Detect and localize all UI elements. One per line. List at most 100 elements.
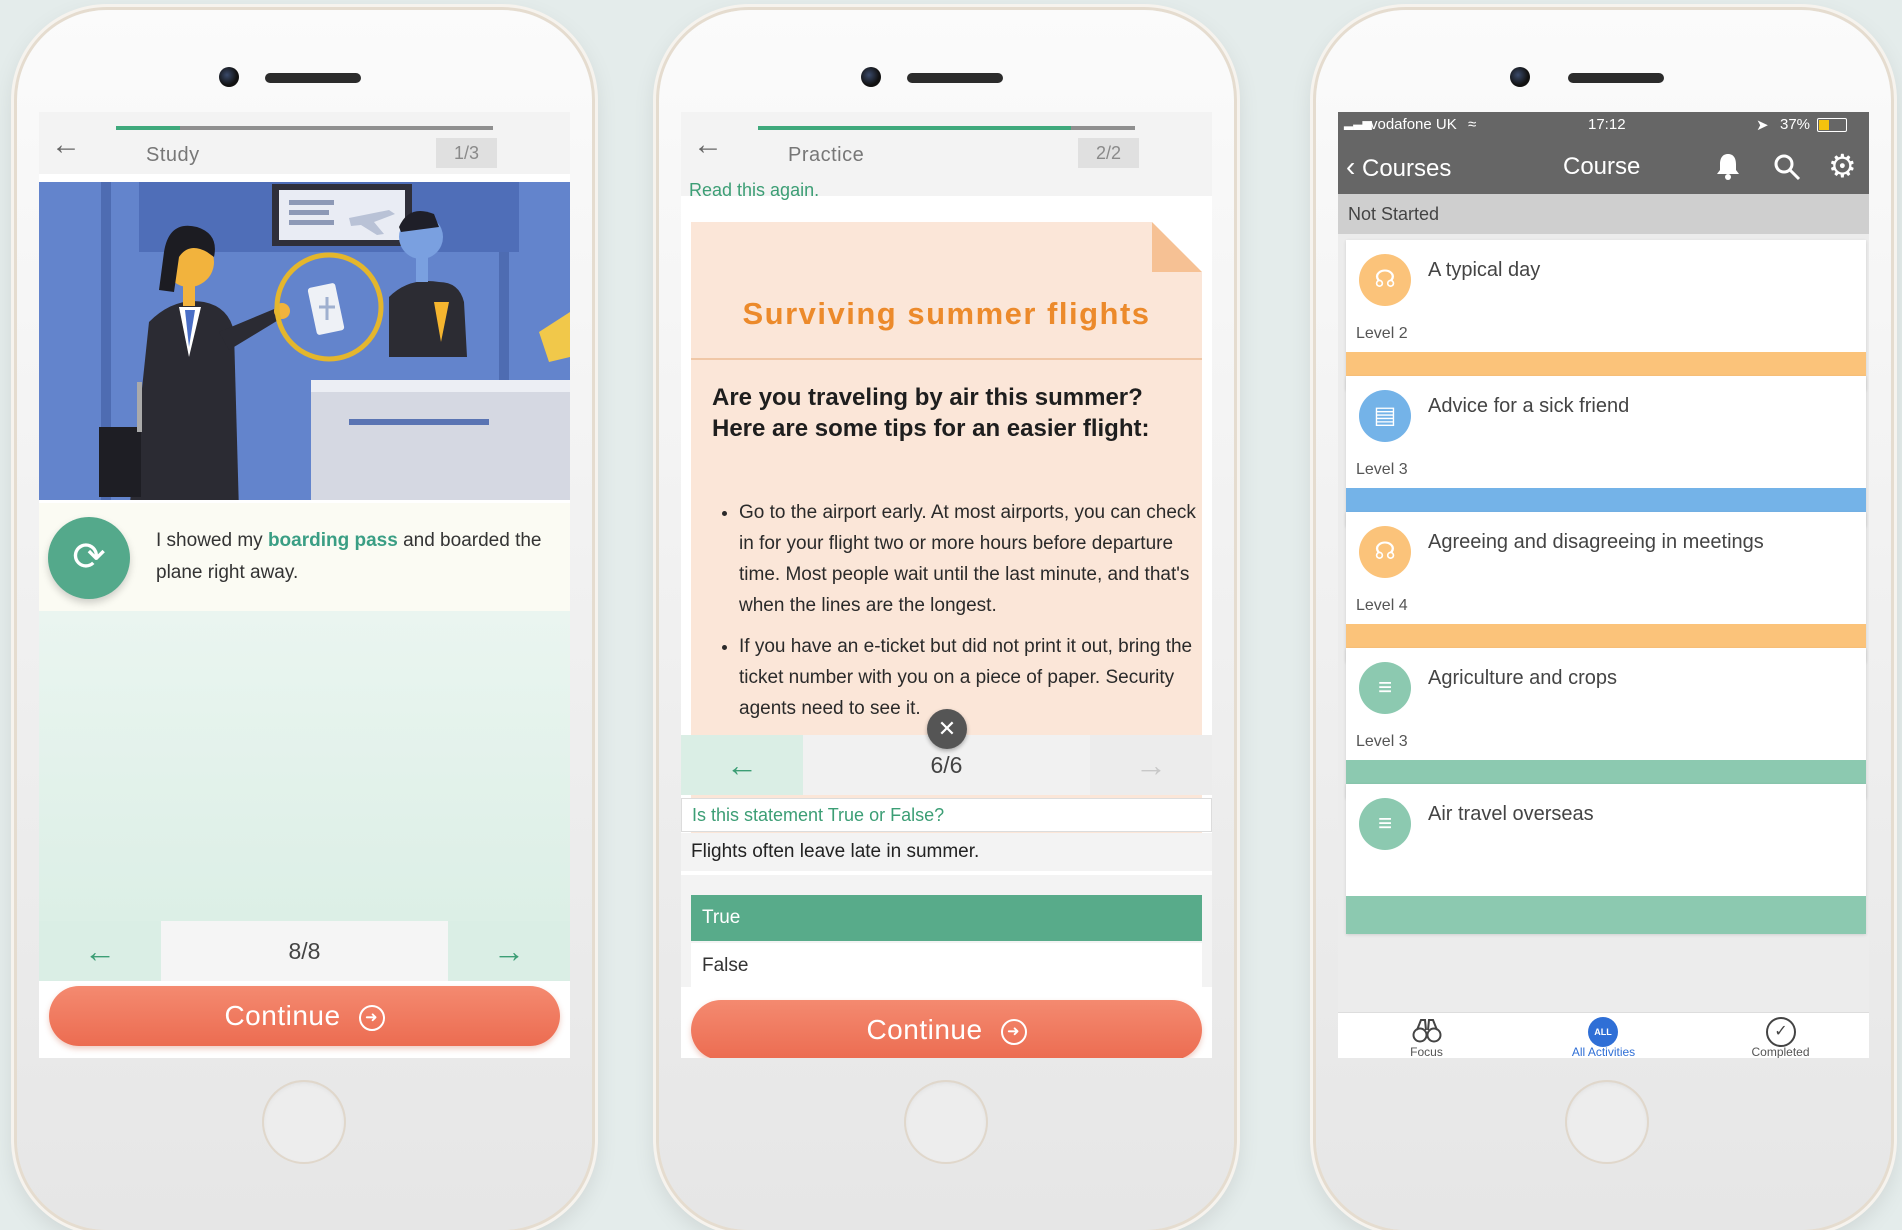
- course-title: A typical day: [1428, 259, 1541, 281]
- practice-topbar: ← Practice 2/2: [681, 112, 1212, 174]
- course-level: Level 3: [1356, 461, 1408, 478]
- course-title: Advice for a sick friend: [1428, 395, 1630, 417]
- status-time: 17:12: [1588, 116, 1626, 133]
- course-card[interactable]: ☊ A typical day Level 2: [1346, 240, 1866, 390]
- caption-text: I showed my boarding pass and boarded th…: [156, 525, 556, 589]
- earpiece-speaker: [265, 73, 361, 83]
- practice-screen: ← Practice 2/2 Read this again. Survivin…: [681, 112, 1212, 1058]
- caption-text-start: I showed my: [156, 530, 268, 551]
- tab-focus[interactable]: Focus: [1338, 1013, 1515, 1058]
- answer-option-false[interactable]: False: [691, 943, 1202, 989]
- replay-audio-button[interactable]: ⟳: [48, 517, 130, 599]
- back-arrow-icon[interactable]: ←: [693, 130, 723, 160]
- course-color-bar: [1346, 896, 1866, 934]
- back-arrow-icon[interactable]: ←: [51, 130, 81, 160]
- check-circle-icon: ✓: [1766, 1017, 1796, 1047]
- course-screen: ▂▃▅ vodafone UK ≈ 17:12 ➤ 37% ‹ Courses …: [1338, 112, 1869, 1058]
- article-title: Surviving summer flights: [742, 296, 1151, 331]
- battery-percent: 37%: [1780, 116, 1811, 133]
- continue-button[interactable]: Continue ➜: [49, 986, 560, 1046]
- previous-card-button[interactable]: ←: [39, 921, 161, 981]
- caption-highlight-word[interactable]: boarding pass: [268, 530, 398, 551]
- earpiece-speaker: [907, 73, 1003, 83]
- location-icon: ➤: [1756, 117, 1769, 134]
- status-bar: ▂▃▅ vodafone UK ≈ 17:12 ➤ 37%: [1338, 112, 1869, 137]
- front-camera: [1510, 67, 1530, 87]
- lesson-progress-fill: [116, 126, 181, 130]
- phone-practice: ← Practice 2/2 Read this again. Survivin…: [659, 10, 1234, 1230]
- course-title: Agreeing and disagreeing in meetings: [1428, 531, 1764, 553]
- airport-check-in-illustration: [39, 182, 570, 500]
- headphones-icon: ☊: [1359, 254, 1411, 306]
- navigation-bar: ‹ Courses Course ⚙: [1338, 137, 1869, 194]
- course-card[interactable]: ▤ Advice for a sick friend Level 3: [1346, 376, 1866, 526]
- previous-question-button[interactable]: ←: [681, 735, 803, 795]
- home-button[interactable]: [1565, 1080, 1649, 1164]
- continue-label: Continue: [224, 1000, 341, 1031]
- signal-icon: ▂▃▅: [1344, 116, 1372, 130]
- continue-label: Continue: [866, 1014, 983, 1045]
- next-question-button[interactable]: →: [1090, 735, 1212, 795]
- course-card[interactable]: ≡ Agriculture and crops Level 3: [1346, 648, 1866, 798]
- study-screen: ← Study 1/3 ⟳ I showed my boarding pass …: [39, 112, 570, 1058]
- tab-completed[interactable]: ✓ Completed: [1692, 1013, 1869, 1058]
- document-icon: ≡: [1359, 662, 1411, 714]
- card-page-indicator: 8/8: [161, 921, 448, 981]
- arrow-circle-icon: ➜: [358, 1005, 385, 1031]
- study-topbar: ← Study 1/3: [39, 112, 570, 174]
- section-header: Not Started: [1338, 194, 1869, 234]
- lesson-progress-fill: [758, 126, 1071, 130]
- card-empty-area: [39, 611, 570, 921]
- earpiece-speaker: [1568, 73, 1664, 83]
- step-counter: 2/2: [1078, 138, 1139, 168]
- page-title: Practice: [788, 144, 865, 166]
- document-icon: ≡: [1359, 798, 1411, 850]
- course-level: Level 4: [1356, 597, 1408, 614]
- binoculars-icon: [1412, 1019, 1442, 1043]
- course-title: Agriculture and crops: [1428, 667, 1617, 689]
- battery-icon: [1817, 118, 1847, 132]
- bell-icon[interactable]: [1715, 152, 1741, 180]
- article-header: Surviving summer flights: [691, 222, 1202, 360]
- step-counter: 1/3: [436, 138, 497, 168]
- page-fold-corner: [1152, 222, 1202, 272]
- phone-courses: ▂▃▅ vodafone UK ≈ 17:12 ➤ 37% ‹ Courses …: [1316, 10, 1891, 1230]
- close-article-button[interactable]: ✕: [927, 709, 967, 749]
- nav-title: Course: [1563, 153, 1641, 180]
- lesson-progress-track: [116, 126, 493, 130]
- next-card-button[interactable]: →: [448, 921, 570, 981]
- gear-icon[interactable]: ⚙: [1828, 147, 1857, 185]
- home-button[interactable]: [262, 1080, 346, 1164]
- tab-bar: Focus ALL All Activities ✓ Completed: [1338, 1012, 1869, 1058]
- search-icon[interactable]: [1773, 153, 1801, 181]
- article-lead: Are you traveling by air this summer? He…: [712, 384, 1150, 442]
- course-card[interactable]: ☊ Agreeing and disagreeing in meetings Lev…: [1346, 512, 1866, 662]
- back-to-courses-button[interactable]: ‹ Courses: [1346, 151, 1451, 183]
- continue-button[interactable]: Continue ➜: [691, 1000, 1202, 1058]
- read-again-hint: Read this again.: [689, 180, 820, 200]
- page-title: Study: [146, 144, 200, 166]
- back-label: Courses: [1362, 155, 1452, 182]
- tab-all-activities[interactable]: ALL All Activities: [1515, 1013, 1692, 1058]
- close-icon: ✕: [937, 716, 957, 741]
- course-list: ☊ A typical day Level 2 ▤ Advice for a sick …: [1338, 234, 1869, 1012]
- course-card[interactable]: ≡ Air travel overseas: [1346, 784, 1866, 934]
- tip-item: If you have an e-ticket but did not prin…: [739, 631, 1202, 724]
- tip-item: Go to the airport early. At most airport…: [739, 497, 1202, 621]
- tips-list: Go to the airport early. At most airport…: [712, 497, 1202, 734]
- card-navigation: ← 8/8 →: [39, 921, 570, 981]
- wifi-icon: ≈: [1468, 116, 1477, 133]
- home-button[interactable]: [904, 1080, 988, 1164]
- tab-label: Completed: [1751, 1045, 1810, 1058]
- all-badge-icon: ALL: [1588, 1017, 1618, 1047]
- answer-option-true[interactable]: True: [691, 895, 1202, 941]
- carrier-name: vodafone UK: [1370, 116, 1457, 133]
- tab-label: Focus: [1410, 1045, 1443, 1058]
- headphones-icon: ☊: [1359, 526, 1411, 578]
- tab-label: All Activities: [1571, 1045, 1636, 1058]
- caption-panel: ⟳ I showed my boarding pass and boarded …: [39, 503, 570, 611]
- chevron-left-icon: ‹: [1346, 151, 1356, 182]
- chat-bubble-icon: ▤: [1359, 390, 1411, 442]
- lesson-progress-track: [758, 126, 1135, 130]
- replay-icon: ⟳: [72, 535, 106, 579]
